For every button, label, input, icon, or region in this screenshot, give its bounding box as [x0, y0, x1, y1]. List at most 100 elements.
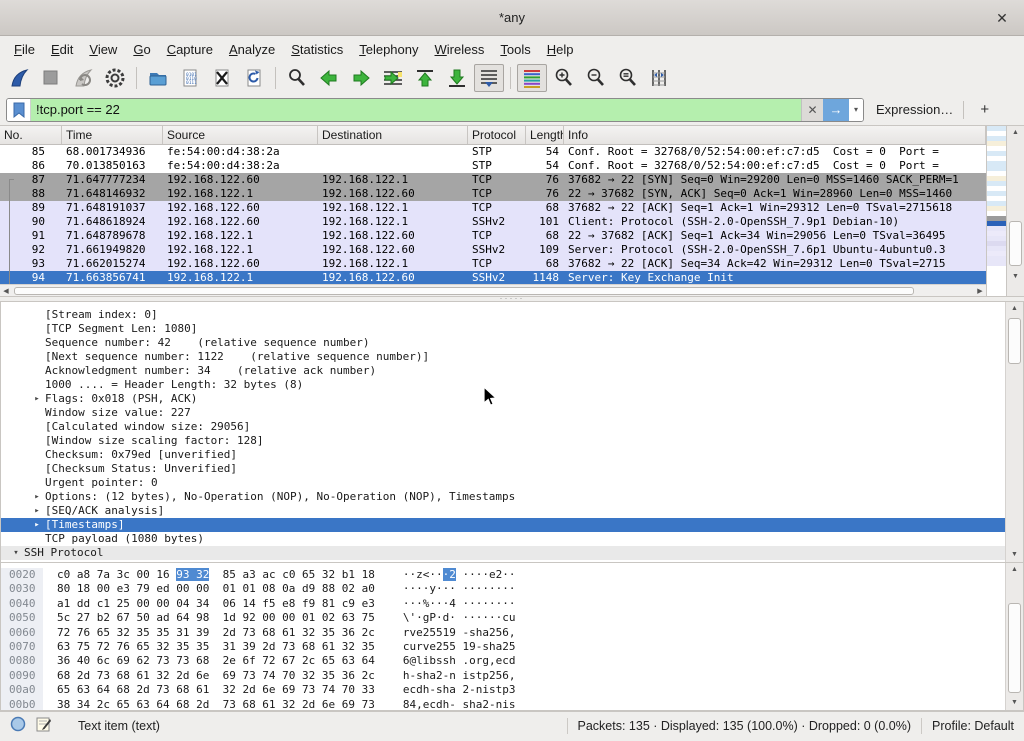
packet-list-vscrollbar[interactable]: ▲ ▼: [1006, 126, 1024, 296]
scroll-up-icon[interactable]: ▲: [1006, 302, 1023, 316]
intelligent-scrollbar-minimap[interactable]: [986, 126, 1006, 296]
scroll-left-icon[interactable]: ◀: [0, 287, 12, 295]
scroll-right-icon[interactable]: ▶: [974, 287, 986, 295]
packet-row-90[interactable]: 9071.648618924192.168.122.60192.168.122.…: [0, 215, 986, 229]
scroll-down-icon[interactable]: ▼: [1006, 696, 1023, 710]
detail-line[interactable]: [Checksum Status: Unverified]: [1, 462, 1005, 476]
packet-row-88[interactable]: 8871.648146932192.168.122.1192.168.122.6…: [0, 187, 986, 201]
detail-line[interactable]: [Calculated window size: 29056]: [1, 420, 1005, 434]
vscroll-thumb[interactable]: [1008, 318, 1021, 364]
column-header-no[interactable]: No.: [0, 126, 62, 144]
add-filter-button[interactable]: +: [974, 101, 995, 118]
detail-line[interactable]: 1000 .... = Header Length: 32 bytes (8): [1, 378, 1005, 392]
hex-row-0070[interactable]: 007063 75 72 76 65 32 35 35 31 39 2d 73 …: [1, 640, 1005, 654]
hex-row-00b0[interactable]: 00b038 34 2c 65 63 64 68 2d 73 68 61 32 …: [1, 698, 1005, 710]
detail-line[interactable]: TCP payload (1080 bytes): [1, 532, 1005, 546]
detail-line[interactable]: ▸[SEQ/ACK analysis]: [1, 504, 1005, 518]
go-forward-icon[interactable]: [346, 64, 376, 92]
bytes-vscrollbar[interactable]: ▲ ▼: [1005, 563, 1023, 710]
tree-toggle-icon[interactable]: ▸: [29, 560, 45, 562]
hscroll-thumb[interactable]: [14, 287, 914, 295]
packet-row-92[interactable]: 9271.661949820192.168.122.1192.168.122.6…: [0, 243, 986, 257]
colorize-packets-icon[interactable]: [517, 64, 547, 92]
hex-row-00a0[interactable]: 00a065 63 64 68 2d 73 68 61 32 2d 6e 69 …: [1, 683, 1005, 697]
go-back-icon[interactable]: [314, 64, 344, 92]
detail-line[interactable]: ▸SSH Version 2 (encryption:chacha20-poly…: [1, 560, 1005, 562]
tree-toggle-icon[interactable]: ▾: [8, 546, 24, 560]
file-open-icon[interactable]: [143, 64, 173, 92]
packet-list-hscrollbar[interactable]: ◀ ▶: [0, 284, 986, 296]
detail-line[interactable]: Sequence number: 42 (relative sequence n…: [1, 336, 1005, 350]
tree-toggle-icon[interactable]: ▸: [29, 518, 45, 532]
menu-item-view[interactable]: View: [81, 39, 125, 60]
zoom-in-icon[interactable]: [549, 64, 579, 92]
packet-row-87[interactable]: 8771.647777234192.168.122.60192.168.122.…: [0, 173, 986, 187]
file-reload-icon[interactable]: [239, 64, 269, 92]
menu-item-wireless[interactable]: Wireless: [427, 39, 493, 60]
detail-line[interactable]: ▾SSH Protocol: [1, 546, 1005, 560]
capture-options-icon[interactable]: [100, 64, 130, 92]
menu-item-go[interactable]: Go: [125, 39, 158, 60]
packet-row-85[interactable]: 8568.001734936fe:54:00:d4:38:2aSTP54Conf…: [0, 145, 986, 159]
find-packet-icon[interactable]: [282, 64, 312, 92]
go-last-icon[interactable]: [442, 64, 472, 92]
menu-item-statistics[interactable]: Statistics: [283, 39, 351, 60]
detail-line[interactable]: ▸Options: (12 bytes), No-Operation (NOP)…: [1, 490, 1005, 504]
column-header-info[interactable]: Info: [564, 126, 986, 144]
scroll-down-icon[interactable]: ▼: [1006, 548, 1023, 562]
detail-line[interactable]: Window size value: 227: [1, 406, 1005, 420]
resize-columns-icon[interactable]: [645, 64, 675, 92]
column-header-destination[interactable]: Destination: [318, 126, 468, 144]
detail-line[interactable]: [Next sequence number: 1122 (relative se…: [1, 350, 1005, 364]
detail-line[interactable]: Urgent pointer: 0: [1, 476, 1005, 490]
bookmark-icon[interactable]: [7, 99, 31, 121]
capture-start-icon[interactable]: [4, 64, 34, 92]
vscroll-thumb[interactable]: [1008, 603, 1021, 693]
hex-row-0050[interactable]: 00505c 27 b2 67 50 ad 64 98 1d 92 00 00 …: [1, 611, 1005, 625]
detail-line[interactable]: [TCP Segment Len: 1080]: [1, 322, 1005, 336]
expression-button[interactable]: Expression…: [876, 102, 953, 117]
file-close-icon[interactable]: [207, 64, 237, 92]
scroll-up-icon[interactable]: ▲: [1006, 563, 1023, 577]
detail-line[interactable]: [Window size scaling factor: 128]: [1, 434, 1005, 448]
packet-row-89[interactable]: 8971.648191037192.168.122.60192.168.122.…: [0, 201, 986, 215]
expert-info-icon[interactable]: [10, 716, 26, 735]
column-header-source[interactable]: Source: [163, 126, 318, 144]
detail-line[interactable]: Acknowledgment number: 34 (relative ack …: [1, 364, 1005, 378]
zoom-out-icon[interactable]: [581, 64, 611, 92]
display-filter-field[interactable]: ✕ → ▾: [6, 98, 864, 122]
menu-item-capture[interactable]: Capture: [159, 39, 221, 60]
tree-toggle-icon[interactable]: ▸: [29, 504, 45, 518]
filter-apply-icon[interactable]: →: [823, 99, 849, 121]
hex-row-0060[interactable]: 006072 76 65 32 35 35 31 39 2d 73 68 61 …: [1, 626, 1005, 640]
close-icon[interactable]: ✕: [992, 8, 1012, 28]
hex-row-0090[interactable]: 009068 2d 73 68 61 32 2d 6e 69 73 74 70 …: [1, 669, 1005, 683]
go-first-icon[interactable]: [410, 64, 440, 92]
packet-row-91[interactable]: 9171.648789678192.168.122.1192.168.122.6…: [0, 229, 986, 243]
hex-row-0080[interactable]: 008036 40 6c 69 62 73 73 68 2e 6f 72 67 …: [1, 654, 1005, 668]
capture-restart-icon[interactable]: [68, 64, 98, 92]
go-to-packet-icon[interactable]: [378, 64, 408, 92]
menu-item-tools[interactable]: Tools: [492, 39, 538, 60]
packet-list-header[interactable]: No.TimeSourceDestinationProtocolLengthIn…: [0, 126, 986, 145]
menu-item-edit[interactable]: Edit: [43, 39, 81, 60]
hex-row-0020[interactable]: 0020c0 a8 7a 3c 00 16 93 32 85 a3 ac c0 …: [1, 568, 1005, 582]
menu-item-telephony[interactable]: Telephony: [351, 39, 426, 60]
display-filter-input[interactable]: [31, 99, 801, 121]
scroll-down-icon[interactable]: ▼: [1007, 270, 1024, 284]
capture-comment-icon[interactable]: [36, 716, 52, 735]
menu-item-file[interactable]: File: [6, 39, 43, 60]
detail-line[interactable]: [Stream index: 0]: [1, 308, 1005, 322]
tree-toggle-icon[interactable]: ▸: [29, 490, 45, 504]
column-header-protocol[interactable]: Protocol: [468, 126, 526, 144]
capture-stop-icon[interactable]: [36, 64, 66, 92]
packet-row-94[interactable]: 9471.663856741192.168.122.1192.168.122.6…: [0, 271, 986, 284]
hex-row-0030[interactable]: 003080 18 00 e3 79 ed 00 00 01 01 08 0a …: [1, 582, 1005, 596]
scroll-up-icon[interactable]: ▲: [1007, 126, 1024, 140]
details-vscrollbar[interactable]: ▲ ▼: [1005, 302, 1023, 562]
detail-line[interactable]: ▸[Timestamps]: [1, 518, 1005, 532]
filter-clear-icon[interactable]: ✕: [801, 99, 823, 121]
menu-item-help[interactable]: Help: [539, 39, 582, 60]
column-header-time[interactable]: Time: [62, 126, 163, 144]
detail-line[interactable]: ▸Flags: 0x018 (PSH, ACK): [1, 392, 1005, 406]
